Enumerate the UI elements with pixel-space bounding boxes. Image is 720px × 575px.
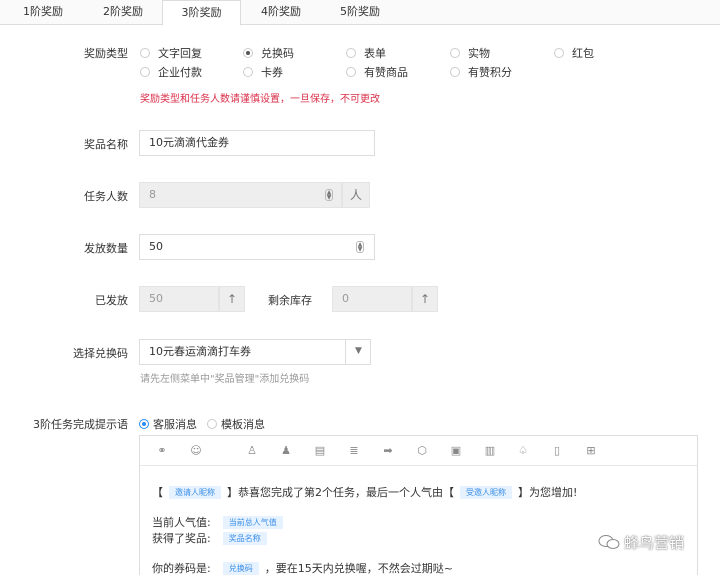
radio-checked-icon[interactable] (139, 419, 149, 429)
bell-icon[interactable]: ♤ (515, 443, 531, 459)
database-icon[interactable]: ≣ (346, 443, 362, 459)
msg-type-template[interactable]: 模板消息 (207, 416, 265, 432)
select-code-hint: 请先左侧菜单中"奖品管理"添加兑换码 (140, 374, 310, 385)
reward-type-warning: 奖励类型和任务人数请谨慎设置，一旦保存，不可更改 (140, 94, 380, 105)
arrow-icon[interactable]: ➡ (380, 443, 396, 459)
reward-type-youzan-goods[interactable]: 有赞商品 (346, 64, 408, 80)
reward-type-red-packet[interactable]: 红包 (554, 45, 594, 61)
select-code-label: 选择兑换码 (73, 347, 128, 360)
reward-type-text-reply[interactable]: 文字回复 (140, 45, 202, 61)
tab-reward-2[interactable]: 2阶奖励 (86, 0, 160, 25)
reward-type-coupon[interactable]: 卡券 (243, 64, 283, 80)
chart-icon[interactable]: ▥ (482, 443, 498, 459)
select-code-dropdown[interactable]: 10元春运滴滴打车券 (139, 339, 371, 365)
task-count-input: 8 (139, 182, 342, 208)
arrow-up-icon: ↑ (219, 286, 245, 312)
frame-icon[interactable]: ▯ (549, 443, 565, 459)
radio-icon[interactable] (140, 67, 150, 77)
cube-icon[interactable]: ⬡ (414, 443, 430, 459)
spinner-icon[interactable]: ▲ ▼ (356, 241, 364, 253)
emoji-icon[interactable]: ☺ (188, 443, 204, 459)
editor-line-3: 获得了奖品: 奖品名称 (152, 530, 273, 546)
task-count-unit: 人 (342, 182, 370, 208)
inviter-nickname-tag[interactable]: 邀请人昵称 (169, 486, 221, 499)
issue-count-label: 发放数量 (84, 242, 128, 255)
gift-icon[interactable]: ⊞ (583, 443, 599, 459)
invitee-nickname-tag[interactable]: 受邀人昵称 (460, 486, 512, 499)
spinner-icon: ▲ ▼ (325, 189, 333, 201)
prize-name-label: 奖品名称 (84, 138, 128, 151)
radio-icon[interactable] (450, 48, 460, 58)
issue-count-input[interactable]: 50 (139, 234, 375, 260)
reward-type-youzan-points[interactable]: 有赞积分 (450, 64, 512, 80)
watermark: 蜂鸟营销 (598, 532, 684, 553)
remaining-label: 剩余库存 (268, 294, 312, 307)
reward-type-label: 奖励类型 (84, 47, 128, 60)
tab-reward-5[interactable]: 5阶奖励 (321, 0, 399, 25)
msg-type-service[interactable]: 客服消息 (139, 416, 197, 432)
document-icon[interactable]: ▤ (312, 443, 328, 459)
tab-reward-3[interactable]: 3阶奖励 (162, 0, 241, 26)
message-editor[interactable]: ⚭ ☺ ♙ ♟ ▤ ≣ ➡ ⬡ ▣ ▥ ♤ ▯ ⊞ 【邀请人昵称 】恭喜您完成了第… (139, 435, 698, 575)
radio-icon[interactable] (140, 48, 150, 58)
issued-label: 已发放 (95, 294, 128, 307)
radio-checked-icon[interactable] (243, 48, 253, 58)
total-popularity-tag[interactable]: 当前总人气值 (222, 516, 283, 529)
reward-type-form[interactable]: 表单 (346, 45, 386, 61)
reward-type-enterprise-pay[interactable]: 企业付款 (140, 64, 202, 80)
remaining-input: 0 (332, 286, 412, 312)
radio-icon[interactable] (554, 48, 564, 58)
reward-type-redeem-code[interactable]: 兑换码 (243, 45, 294, 61)
prize-name-tag[interactable]: 奖品名称 (222, 532, 267, 545)
prize-name-input[interactable]: 10元滴滴代金券 (139, 130, 375, 156)
radio-icon[interactable] (450, 67, 460, 77)
wechat-logo-icon (598, 535, 620, 549)
task-count-label: 任务人数 (84, 190, 128, 203)
tab-reward-4[interactable]: 4阶奖励 (241, 0, 321, 25)
radio-icon[interactable] (346, 67, 356, 77)
tab-reward-1[interactable]: 1阶奖励 (0, 0, 86, 25)
user-icon[interactable]: ♙ (244, 443, 260, 459)
radio-icon[interactable] (243, 67, 253, 77)
editor-line-2: 当前人气值: 当前总人气值 (152, 514, 289, 530)
editor-line-1: 【邀请人昵称 】恭喜您完成了第2个任务，最后一个人气由【 受邀人昵称 】为您增加! (152, 486, 578, 499)
editor-line-4: 你的券码是: 兑换码 ，要在15天内兑换喔，不然会过期哒~ (152, 562, 453, 575)
arrow-up-icon: ↑ (412, 286, 438, 312)
redeem-code-tag[interactable]: 兑换码 (222, 562, 259, 575)
editor-toolbar: ⚭ ☺ ♙ ♟ ▤ ≣ ➡ ⬡ ▣ ▥ ♤ ▯ ⊞ (140, 436, 697, 466)
tab-bar: 1阶奖励 2阶奖励 3阶奖励 4阶奖励 5阶奖励 (0, 0, 720, 26)
chevron-down-icon[interactable]: ▼ (345, 339, 371, 365)
radio-icon[interactable] (207, 419, 217, 429)
users-icon[interactable]: ♟ (278, 443, 294, 459)
radio-icon[interactable] (346, 48, 356, 58)
link-icon[interactable]: ⚭ (154, 443, 170, 459)
reward-type-physical[interactable]: 实物 (450, 45, 490, 61)
clipboard-icon[interactable]: ▣ (448, 443, 464, 459)
completion-msg-label: 3阶任务完成提示语 (33, 418, 128, 431)
issued-input: 50 (139, 286, 219, 312)
